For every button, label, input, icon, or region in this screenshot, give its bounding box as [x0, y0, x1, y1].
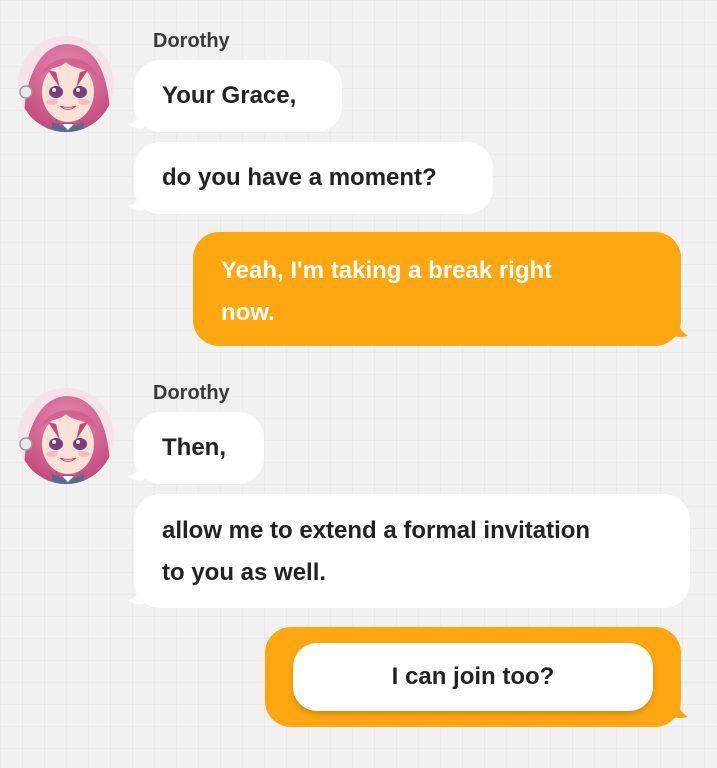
dorothy-avatar-icon	[18, 36, 114, 132]
sender-name: Dorothy	[153, 30, 230, 52]
npc-message-bubble: do you have a moment?	[134, 142, 493, 214]
avatar	[18, 388, 114, 484]
dorothy-avatar-icon	[18, 388, 114, 484]
message-text-line: now.	[221, 299, 275, 326]
player-message-bubble: Yeah, I'm taking a break right now.	[193, 232, 681, 346]
message-text: do you have a moment?	[162, 164, 437, 191]
reply-option-label: I can join too?	[391, 663, 555, 690]
bubble-tail-icon	[672, 705, 688, 718]
avatar	[18, 36, 114, 132]
sender-name: Dorothy	[153, 382, 230, 404]
bubble-tail-icon	[128, 116, 144, 129]
reply-option-button[interactable]: I can join too?	[293, 643, 653, 711]
message-text-line: to you as well.	[162, 559, 327, 586]
message-text: Your Grace,	[162, 82, 297, 109]
bubble-tail-icon	[672, 324, 688, 337]
npc-message-bubble: Your Grace,	[134, 60, 342, 132]
message-text-line: allow me to extend a formal invitation	[162, 517, 591, 544]
message-text: Then,	[162, 434, 226, 461]
bubble-tail-icon	[128, 468, 144, 481]
bubble-tail-icon	[128, 198, 144, 211]
message-text-line: Yeah, I'm taking a break right	[221, 257, 553, 284]
npc-message-bubble: Then,	[134, 412, 264, 484]
bubble-tail-icon	[128, 592, 144, 605]
npc-message-bubble: allow me to extend a formal invitation t…	[134, 494, 690, 608]
